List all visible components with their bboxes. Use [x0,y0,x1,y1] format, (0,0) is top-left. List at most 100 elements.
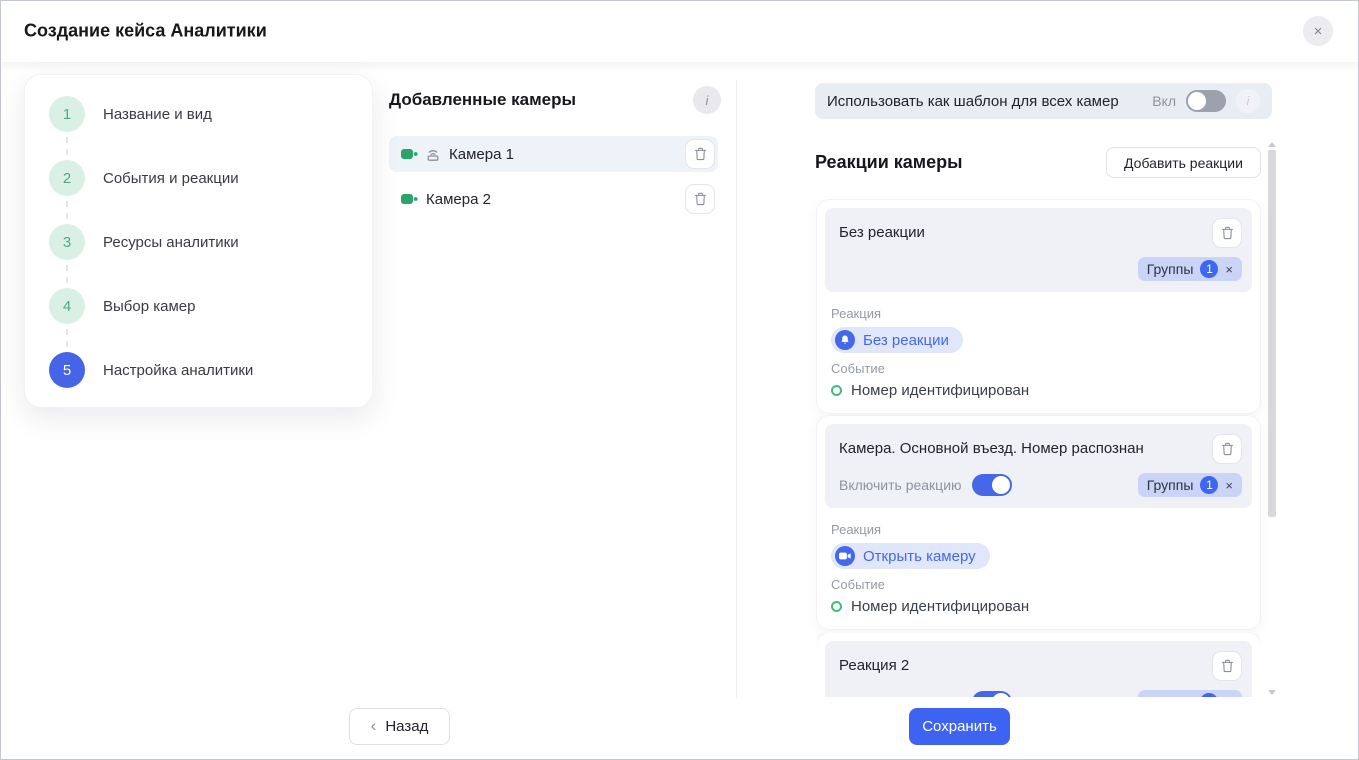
scroll-down-arrow-icon[interactable] [1268,690,1276,695]
step-number-badge: 1 [49,96,85,132]
reactions-scrollbar[interactable] [1266,140,1278,697]
reaction-card-header: Реакция 2 Включить реакцию Группы 1 × [825,641,1252,697]
dialog-footer: ‹ Назад Сохранить [1,698,1358,759]
toggle-knob [991,476,1010,494]
groups-chip-label: Группы [1146,477,1194,493]
template-toggle-bar: Использовать как шаблон для всех камер В… [815,83,1272,119]
groups-chip[interactable]: Группы 1 × [1137,473,1242,497]
add-reactions-button[interactable]: Добавить реакции [1106,147,1261,178]
reaction-card-header: Без реакции Группы 1 × [825,208,1252,292]
groups-chip-label: Группы [1147,694,1194,697]
video-camera-icon [401,194,418,204]
reaction-card-header: Камера. Основной въезд. Номер распознан … [825,424,1252,508]
groups-chip-label: Группы [1146,261,1194,277]
stepper-panel: 1 Название и вид 2 События и реакции 3 Р… [25,75,372,407]
info-icon: i [705,92,709,108]
camera-row-2[interactable]: Камера 2 [389,181,718,217]
toggle-knob [991,693,1010,697]
camera-row-1[interactable]: Камера 1 [389,136,718,172]
event-value: Номер идентифицирован [851,382,1030,399]
step-item-4[interactable]: 4 Выбор камер [49,288,348,347]
enable-reaction-label: Включить реакцию [839,477,962,493]
close-icon: × [1313,22,1323,40]
delete-reaction-button[interactable] [1212,218,1242,248]
back-button[interactable]: ‹ Назад [349,708,450,745]
save-button-label: Сохранить [922,718,997,735]
step-label: Выбор камер [103,297,196,315]
event-field-label: Событие [831,577,885,592]
groups-count-badge: 1 [1200,693,1219,697]
trash-icon [1221,659,1233,673]
step-item-1[interactable]: 1 Название и вид [49,96,348,155]
dialog-header: Создание кейса Аналитики × [0,0,1359,62]
reaction-value-pill[interactable]: Без реакции [831,327,963,353]
bell-icon [835,330,855,350]
reaction-card-1: Без реакции Группы 1 × Реакция Без реакц… [817,200,1260,413]
groups-count-badge: 1 [1200,476,1219,494]
archive-device-icon [425,147,441,162]
event-field-label: Событие [831,361,885,376]
camera-icon [835,546,855,566]
scroll-up-arrow-icon[interactable] [1268,142,1276,147]
trash-icon [694,192,706,206]
scrollbar-thumb[interactable] [1268,150,1276,517]
video-camera-icon [401,149,418,159]
step-label: Ресурсы аналитики [103,233,239,251]
step-number-badge: 5 [49,352,85,388]
template-info-button[interactable]: i [1236,89,1260,113]
panel-divider [736,80,737,698]
trash-icon [1221,226,1233,240]
step-number-badge: 3 [49,224,85,260]
reaction-card-title: Камера. Основной въезд. Номер распознан [839,440,1144,457]
step-item-2[interactable]: 2 События и реакции [49,160,348,219]
step-number-badge: 2 [49,160,85,196]
event-status-icon [831,601,842,612]
save-button[interactable]: Сохранить [909,708,1010,745]
step-label: Название и вид [103,105,212,123]
delete-camera-button[interactable] [685,139,715,169]
step-number-badge: 4 [49,288,85,324]
delete-reaction-button[interactable] [1212,651,1242,681]
enable-reaction-toggle[interactable] [971,691,1012,697]
reaction-field-label: Реакция [831,306,881,321]
delete-reaction-button[interactable] [1212,434,1242,464]
event-status-icon [831,385,842,396]
delete-camera-button[interactable] [685,184,715,214]
reaction-value-pill[interactable]: Открыть камеру [831,543,990,569]
reaction-card-title: Без реакции [839,224,925,241]
toggle-caption: Вкл [1152,93,1176,109]
step-label: Настройка аналитики [103,361,254,379]
reaction-card-2: Камера. Основной въезд. Номер распознан … [817,416,1260,629]
step-item-3[interactable]: 3 Ресурсы аналитики [49,224,348,283]
event-value: Номер идентифицирован [851,598,1030,615]
cameras-info-button[interactable]: i [693,86,721,114]
trash-icon [1221,442,1233,456]
groups-chip[interactable]: Группы 1 × [1137,690,1242,698]
reaction-card-3: Реакция 2 Включить реакцию Группы 1 × [817,633,1260,697]
remove-chip-icon[interactable]: × [1225,478,1233,493]
reaction-card-3-clipped: Реакция 2 Включить реакцию Группы 1 × [817,633,1260,697]
step-item-5-active[interactable]: 5 Настройка аналитики [49,352,348,388]
template-label: Использовать как шаблон для всех камер [827,92,1119,110]
template-toggle[interactable] [1186,90,1226,112]
remove-chip-icon[interactable]: × [1225,695,1233,698]
back-button-label: Назад [385,718,429,735]
toggle-knob [1188,92,1206,110]
reaction-card-title: Реакция 2 [839,657,910,674]
reaction-value: Без реакции [863,331,949,349]
camera-name: Камера 2 [426,190,491,208]
enable-reaction-label: Включить реакцию [839,694,962,697]
chevron-left-icon: ‹ [370,716,377,735]
enable-reaction-toggle[interactable] [971,474,1012,496]
reactions-section-title: Реакции камеры [815,152,963,172]
remove-chip-icon[interactable]: × [1225,262,1233,277]
close-button[interactable]: × [1303,16,1333,46]
groups-count-badge: 1 [1200,260,1219,278]
groups-chip[interactable]: Группы 1 × [1137,257,1242,281]
reaction-field-label: Реакция [831,522,881,537]
trash-icon [694,147,706,161]
step-label: События и реакции [103,169,239,187]
camera-name: Камера 1 [449,145,514,163]
info-icon: i [1246,94,1250,108]
page-title: Создание кейса Аналитики [24,20,267,41]
